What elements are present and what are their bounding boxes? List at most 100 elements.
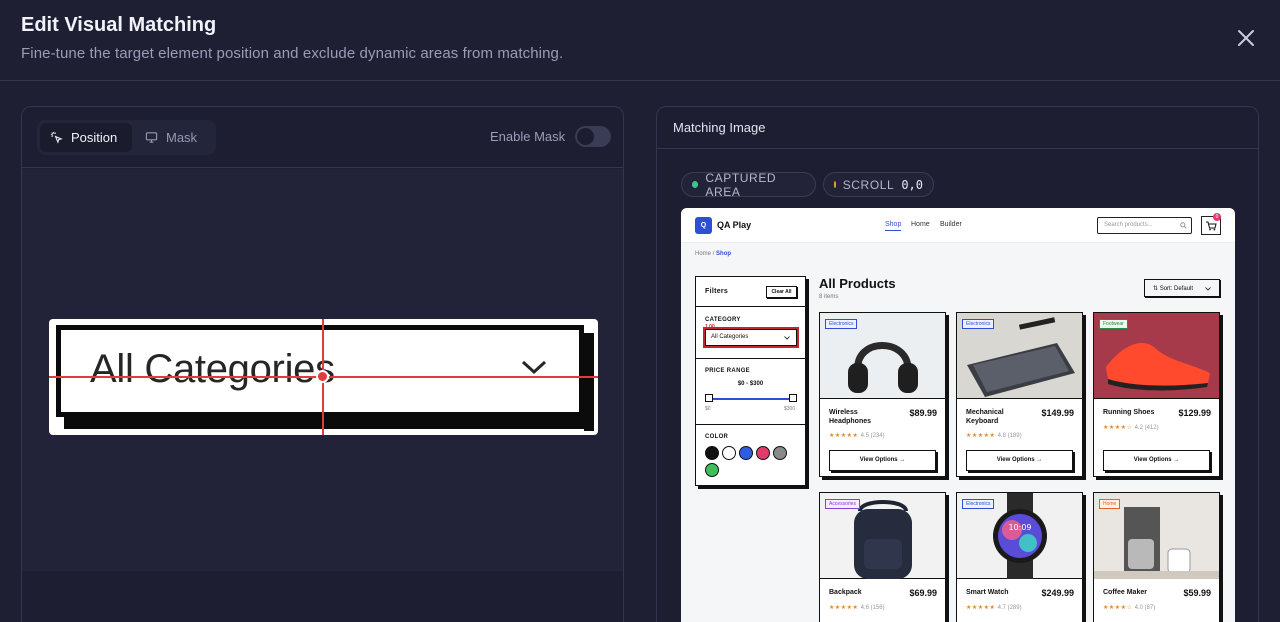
price-min-label: $0 (705, 406, 711, 412)
zoom-stage[interactable]: All Categories (22, 169, 623, 571)
pointer-click-icon (50, 131, 63, 144)
rating-count: 4.2 (412) (1134, 425, 1159, 431)
rating-stars: ★★★★★ (966, 433, 996, 439)
product-card[interactable]: Home Coffee Maker $59.99 ★★★★☆ 4.0 (87) (1093, 492, 1220, 622)
cart-count-badge: 0 (1213, 213, 1221, 221)
product-card[interactable]: Footwear Running Shoes $129.99 ★★★★☆ 4.2… (1093, 312, 1220, 477)
color-label: COLOR (705, 434, 729, 440)
watch-face-time: 10:09 (1008, 523, 1031, 532)
filters-header: Filters Clear All (696, 277, 805, 307)
shop-logo: Q (695, 217, 712, 234)
rating-stars: ★★★★☆ (1103, 605, 1133, 611)
price-slider-max-handle[interactable] (789, 394, 797, 402)
product-card[interactable]: Accessories Backpack $69.99 ★★★★★ 4.6 (1… (819, 492, 946, 622)
breadcrumb-home[interactable]: Home (695, 251, 711, 257)
shop-search-input[interactable]: Search products... (1097, 217, 1192, 234)
chevron-down-icon (1205, 287, 1211, 291)
view-options-button[interactable]: View Options → (966, 450, 1073, 471)
capture-marker-label: 1,00 (705, 324, 715, 330)
scroll-dot (834, 181, 836, 188)
matching-image-title: Matching Image (673, 120, 766, 135)
enable-mask-toggle[interactable] (575, 126, 611, 147)
position-editor-panel: Position Mask Enable Mask All Categories (21, 106, 624, 622)
close-icon[interactable] (1234, 26, 1258, 50)
rating-count: 4.6 (156) (860, 605, 885, 611)
toggle-knob (577, 128, 594, 145)
rating-count: 4.5 (234) (860, 433, 885, 439)
price-range-label: PRICE RANGE (705, 368, 750, 374)
category-label: CATEGORY (705, 317, 741, 323)
color-swatch-white[interactable] (722, 446, 736, 460)
color-swatch-blue[interactable] (739, 446, 753, 460)
product-price: $129.99 (1178, 408, 1211, 418)
product-card[interactable]: 10:09 Electronics Smart Watch $249.99 ★★… (956, 492, 1083, 622)
rating-stars: ★★★★★ (829, 605, 859, 611)
mode-tabs: Position Mask (37, 120, 216, 155)
sort-icon: ⇅ (1153, 286, 1160, 292)
shop-navbar: Q QA Play Shop Home Builder Search produ… (681, 208, 1235, 243)
product-name: Mechanical Keyboard (966, 409, 1004, 425)
rating-count: 4.0 (87) (1134, 605, 1156, 611)
view-options-button[interactable]: View Options → (829, 450, 936, 471)
filters-title: Filters (705, 288, 729, 295)
product-rating: ★★★★☆ 4.0 (87) (1103, 604, 1155, 611)
shop-content: Home / Shop Filters Clear All CATEGORY A… (681, 243, 1235, 622)
breadcrumb-current: Shop (716, 251, 732, 257)
view-options-button[interactable]: View Options → (1103, 450, 1210, 471)
product-name: Coffee Maker (1103, 589, 1147, 596)
category-tag: Electronics (962, 499, 995, 509)
category-tag: Accessories (825, 499, 860, 509)
product-name: Smart Watch (966, 589, 1009, 596)
product-price: $69.99 (909, 588, 937, 598)
zoom-select-text: All Categories (90, 347, 335, 391)
price-section: PRICE RANGE (696, 359, 805, 425)
captured-area-badge: CAPTURED AREA (681, 170, 816, 199)
breadcrumb: Home / Shop (695, 251, 731, 257)
product-rating: ★★★★★ 4.5 (234) (829, 432, 885, 439)
target-point-handle[interactable] (316, 370, 329, 383)
search-icon (1180, 222, 1187, 229)
product-card[interactable]: Electronics Mechanical Keyboard $149.99 … (956, 312, 1083, 477)
nav-link-builder[interactable]: Builder (940, 221, 962, 228)
shop-name: QA Play (717, 220, 752, 230)
color-swatch-gray[interactable] (773, 446, 787, 460)
product-card[interactable]: Electronics Wireless Headphones $89.99 ★… (819, 312, 946, 477)
scroll-value: 0,0 (901, 177, 923, 192)
zoom-shadow-bottom (64, 417, 594, 429)
color-swatch-black[interactable] (705, 446, 719, 460)
price-range-value: $0 - $300 (737, 381, 764, 387)
clear-all-button[interactable]: Clear All (766, 286, 797, 298)
product-rating: ★★★★★ 4.6 (156) (829, 604, 885, 611)
captured-page-screenshot: Q QA Play Shop Home Builder Search produ… (681, 208, 1235, 622)
captured-area-label: CAPTURED AREA (705, 170, 777, 199)
enable-mask-label: Enable Mask (490, 129, 566, 144)
nav-link-home[interactable]: Home (911, 221, 930, 228)
price-slider-track[interactable] (708, 398, 794, 400)
rating-count: 4.8 (189) (997, 433, 1022, 439)
tab-position[interactable]: Position (40, 123, 132, 152)
color-swatch-red[interactable] (756, 446, 770, 460)
tab-mask[interactable]: Mask (135, 123, 213, 152)
price-max-label: $300 (784, 406, 796, 412)
product-price: $149.99 (1041, 408, 1074, 418)
matching-image-panel: Matching Image CAPTURED AREA SCROLL 0,0 … (656, 106, 1259, 622)
dialog-subtitle: Fine-tune the target element position an… (21, 45, 564, 62)
product-name: Backpack (829, 589, 862, 596)
tab-mask-label: Mask (166, 130, 198, 145)
scroll-label: SCROLL (842, 177, 895, 192)
rating-stars: ★★★★☆ (1103, 425, 1133, 431)
category-tag: Footwear (1099, 319, 1128, 329)
scroll-badge: SCROLL 0,0 (823, 172, 934, 197)
products-heading: All Products (819, 276, 896, 291)
category-select-value: All Categories (711, 334, 749, 340)
nav-link-shop[interactable]: Shop (885, 221, 902, 231)
dialog-title: Edit Visual Matching (21, 14, 217, 36)
color-swatch-green[interactable] (705, 463, 719, 477)
matching-image-header: Matching Image (657, 107, 1258, 149)
product-rating: ★★★★★ 4.7 (289) (966, 604, 1022, 611)
sort-dropdown[interactable]: ⇅ Sort: Default (1144, 279, 1220, 297)
filters-sidebar: Filters Clear All CATEGORY All Categorie… (695, 276, 806, 486)
category-select[interactable]: All Categories (703, 327, 799, 348)
price-slider-min-handle[interactable] (705, 394, 713, 402)
monitor-icon (145, 132, 158, 143)
